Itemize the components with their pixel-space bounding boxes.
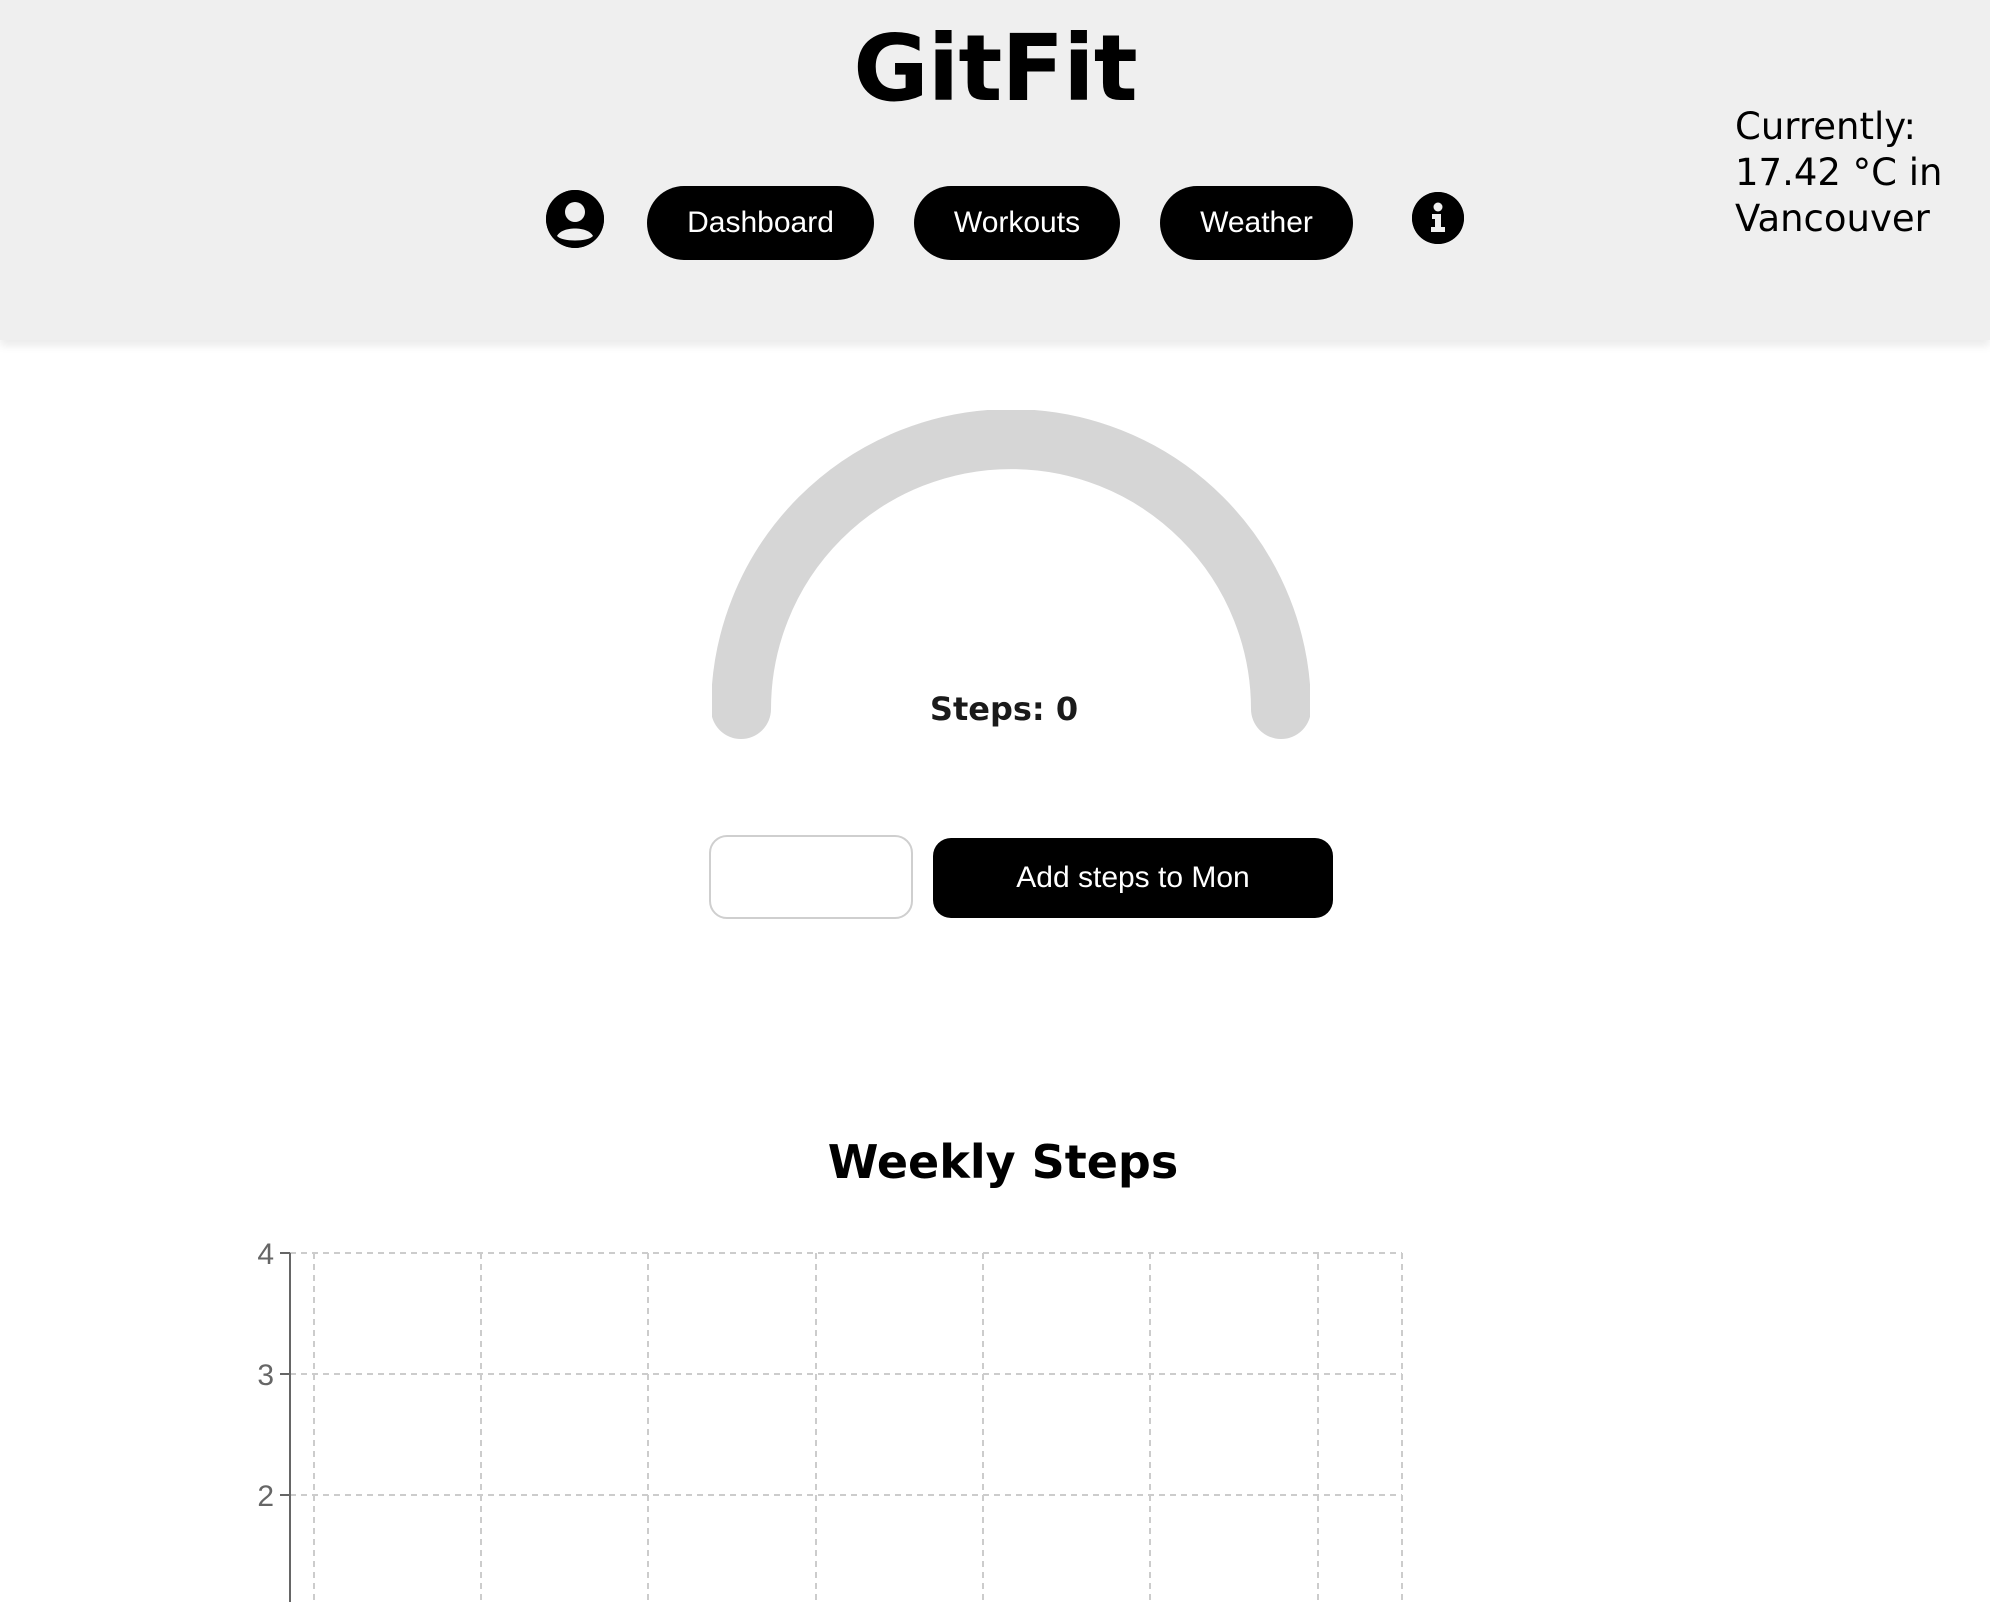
nav-dashboard-button[interactable]: Dashboard <box>647 186 874 260</box>
main-nav: Dashboard Workouts Weather <box>0 186 1990 260</box>
chart-y-tick-label: 3 <box>257 1359 274 1392</box>
user-circle-icon[interactable] <box>546 190 604 248</box>
steps-count-label: Steps: 0 <box>929 690 1079 728</box>
chart-y-tick-label: 2 <box>257 1480 274 1513</box>
info-icon-glyph <box>1412 192 1464 244</box>
chart-y-axis: 4 3 2 <box>257 1240 291 1602</box>
info-icon[interactable] <box>1412 192 1464 244</box>
steps-input[interactable] <box>709 835 913 919</box>
top-header: GitFit Currently: 17.42 °C in Vancouver … <box>0 0 1990 340</box>
weekly-steps-chart: 4 3 2 <box>257 1240 1403 1602</box>
app-title: GitFit <box>853 15 1137 122</box>
page: GitFit Currently: 17.42 °C in Vancouver … <box>0 0 1990 1602</box>
nav-weather-button[interactable]: Weather <box>1160 186 1353 260</box>
steps-gauge-track <box>712 410 1310 739</box>
chart-title: Weekly Steps <box>827 1135 1179 1189</box>
user-circle-icon-glyph <box>546 190 604 248</box>
nav-workouts-button[interactable]: Workouts <box>914 186 1120 260</box>
chart-grid <box>290 1252 1403 1602</box>
add-steps-button[interactable]: Add steps to Mon <box>933 838 1333 918</box>
chart-y-tick-label: 4 <box>257 1240 274 1271</box>
